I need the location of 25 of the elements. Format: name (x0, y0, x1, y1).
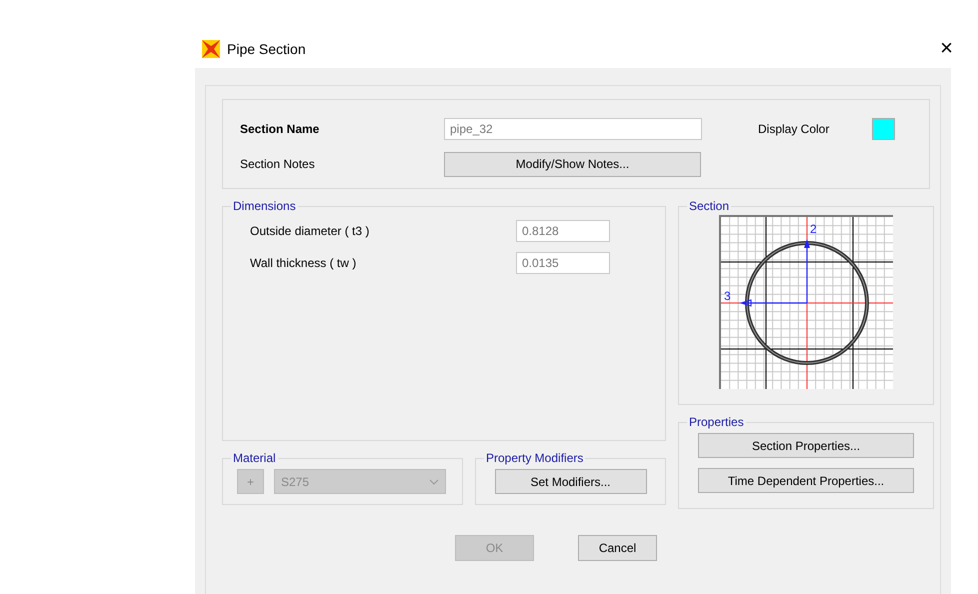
section-name-field[interactable]: pipe_32 (444, 118, 702, 140)
field-label: Section Name (240, 122, 320, 136)
field-label: Wall thickness ( tw ) (250, 256, 358, 270)
group-title: Section (688, 199, 730, 213)
properties-button[interactable]: Time Dependent Properties... (698, 468, 914, 493)
axis-label: 3 (724, 289, 731, 303)
notes-button[interactable]: Modify/Show Notes... (444, 152, 701, 176)
group-title: Material (232, 451, 277, 465)
properties-button[interactable]: Section Properties... (698, 433, 914, 458)
group-title: Properties (688, 415, 745, 429)
chevron-icon (429, 478, 439, 484)
group-title: Dimensions (232, 199, 297, 213)
dimension-field[interactable]: 0.8128 (516, 220, 610, 242)
window-title: Pipe Section (227, 41, 306, 57)
app-icon (201, 39, 221, 59)
field-label: Outside diameter ( t3 ) (250, 224, 370, 238)
close-button[interactable]: × (934, 36, 959, 60)
color-swatch[interactable] (872, 118, 895, 140)
field-label: Section Notes (240, 157, 316, 171)
axis-label: 2 (810, 222, 817, 236)
set-modifiers-button[interactable]: Set Modifiers... (494, 469, 646, 494)
dimension-field[interactable]: 0.0135 (516, 252, 610, 274)
field-label: Display Color (758, 122, 830, 136)
dialog-button[interactable]: Cancel (578, 535, 657, 561)
group-title: Property Modifiers (485, 451, 584, 465)
